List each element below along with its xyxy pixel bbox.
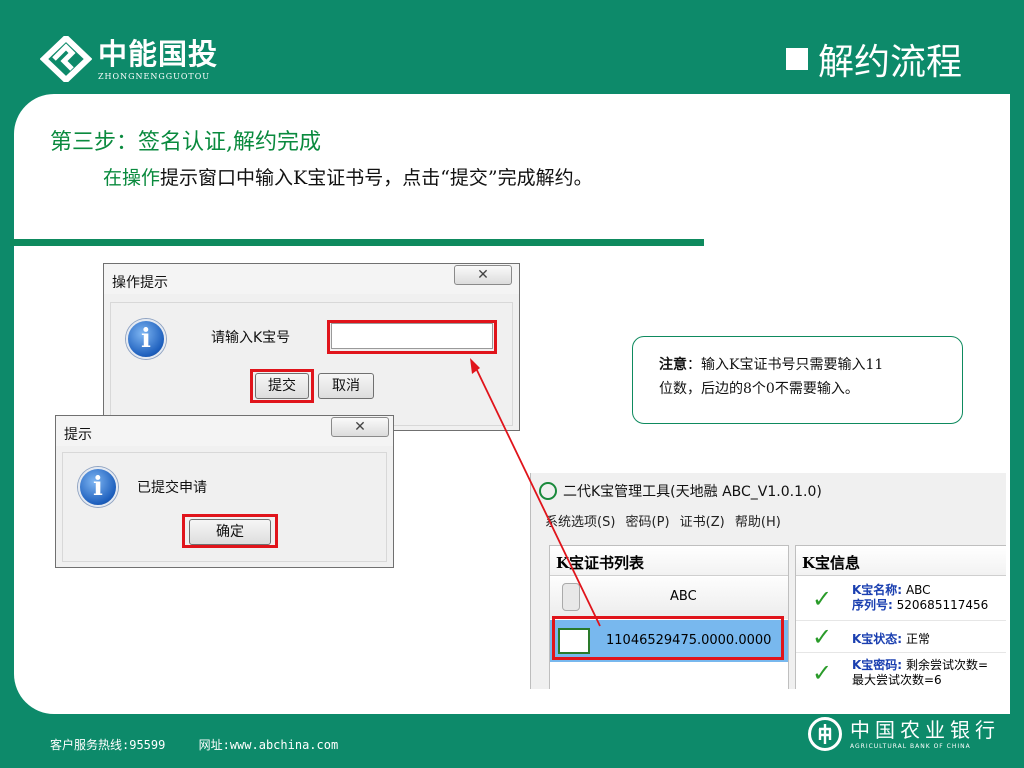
menu-password[interactable]: 密码(P) <box>626 515 670 530</box>
kbao-info-panel: K宝信息 ✓ K宝名称: ABC 序列号: 520685117456 ✓ K宝状… <box>795 545 1006 689</box>
slide: 中能国投 ZHONGNENGGUOTOU 解约流程 第三步：签名认证,解约完成 … <box>0 0 1024 768</box>
kbao-tool-window: 二代K宝管理工具(天地融 ABC_V1.0.1.0) 系统选项(S) 密码(P)… <box>530 473 1006 689</box>
info-icon: i <box>126 319 166 359</box>
info-icon: i <box>78 467 118 507</box>
usb-key-icon <box>562 583 580 611</box>
step-title: 第三步：签名认证,解约完成 <box>50 130 321 155</box>
menu-help[interactable]: 帮助(H) <box>735 515 781 530</box>
close-icon[interactable]: ✕ <box>454 265 512 285</box>
step-description-highlight: 在操作 <box>103 167 161 189</box>
list-item[interactable]: ABC <box>550 577 788 619</box>
info-row: ✓ K宝密码: 剩余尝试次数= 最大尝试次数=6 <box>796 653 1006 689</box>
info-value: 最大尝试次数=6 <box>852 673 942 687</box>
info-label: 序列号: <box>852 598 893 612</box>
menu-certificate[interactable]: 证书(Z) <box>680 515 725 530</box>
kbao-prompt-label: 请输入K宝号 <box>211 330 291 346</box>
info-value: 剩余尝试次数= <box>905 658 988 672</box>
close-icon[interactable]: ✕ <box>331 417 389 437</box>
info-value: 520685117456 <box>896 598 989 612</box>
divider-rule <box>10 239 704 246</box>
logo-text-cn: 中能国投 <box>98 36 219 71</box>
square-bullet-icon <box>785 48 808 70</box>
logo-text-en: ZHONGNENGGUOTOU <box>98 71 211 81</box>
bank-name-en: AGRICULTURAL BANK OF CHINA <box>850 742 971 750</box>
info-value: 正常 <box>905 632 930 646</box>
check-icon: ✓ <box>812 623 833 651</box>
cert-highlight-box <box>552 616 784 660</box>
dialog-title: 提示 <box>64 427 92 443</box>
company-logo: 中能国投 ZHONGNENGGUOTOU <box>40 36 218 82</box>
bank-logo: 中国农业银行 AGRICULTURAL BANK OF CHINA <box>808 717 1000 751</box>
abc-bank-icon <box>808 717 842 751</box>
menu-bar: 系统选项(S) 密码(P) 证书(Z) 帮助(H) <box>545 511 781 530</box>
hotline-text: 客户服务热线:95599 <box>50 738 166 752</box>
info-label: K宝状态: <box>852 632 903 646</box>
website-link[interactable]: 网址:www.abchina.com <box>199 738 339 752</box>
menu-system[interactable]: 系统选项(S) <box>545 515 615 530</box>
tool-window-title: 二代K宝管理工具(天地融 ABC_V1.0.1.0) <box>563 484 822 500</box>
dialog-body: i 已提交申请 确定 <box>62 452 387 562</box>
dialog-title: 操作提示 <box>112 275 168 291</box>
submit-highlight-box <box>250 369 314 403</box>
header: 中能国投 ZHONGNENGGUOTOU 解约流程 <box>0 0 1024 96</box>
notice-message: 已提交申请 <box>137 480 207 496</box>
info-value: ABC <box>905 583 931 597</box>
section-title: 解约流程 <box>785 33 962 85</box>
step-description-text: 提示窗口中输入K宝证书号，点击“提交”完成解约。 <box>160 167 593 189</box>
bank-name-cn: 中国农业银行 <box>850 717 1000 742</box>
ok-highlight-box <box>182 514 278 548</box>
note-text-line1: ：输入K宝证书号只需要输入11 <box>687 357 884 373</box>
list-item-label: ABC <box>670 589 697 604</box>
footer-contact: 客户服务热线:95599 网址:www.abchina.com <box>50 736 364 753</box>
section-title-text: 解约流程 <box>817 42 962 83</box>
cert-list-header: K宝证书列表 <box>550 546 788 576</box>
input-highlight-box <box>327 320 497 354</box>
operate-prompt-dialog: 操作提示 ✕ i 请输入K宝号 提交 取消 <box>103 263 520 431</box>
info-row: ✓ K宝状态: 正常 <box>796 621 1006 653</box>
check-icon: ✓ <box>812 659 833 687</box>
dialog-body: i 请输入K宝号 提交 取消 <box>110 302 513 426</box>
note-label: 注意 <box>659 357 687 373</box>
note-text-line2: 位数，后边的8个0不需要输入。 <box>659 381 859 397</box>
info-panel-header: K宝信息 <box>796 546 1006 576</box>
step-description: 在操作提示窗口中输入K宝证书号，点击“提交”完成解约。 <box>103 163 593 190</box>
abc-logo-icon <box>539 482 557 500</box>
note-box: 注意：输入K宝证书号只需要输入11 位数，后边的8个0不需要输入。 <box>632 336 963 424</box>
info-label: K宝名称: <box>852 583 903 597</box>
company-logo-icon <box>40 36 92 82</box>
check-icon: ✓ <box>812 585 833 613</box>
kbao-cert-list: K宝证书列表 ABC 11046529475.0000.0000 <box>549 545 789 689</box>
notice-dialog: 提示 ✕ i 已提交申请 确定 <box>55 415 394 568</box>
info-label: K宝密码: <box>852 658 903 672</box>
cancel-button[interactable]: 取消 <box>318 373 374 399</box>
info-row: ✓ K宝名称: ABC 序列号: 520685117456 <box>796 577 1006 621</box>
